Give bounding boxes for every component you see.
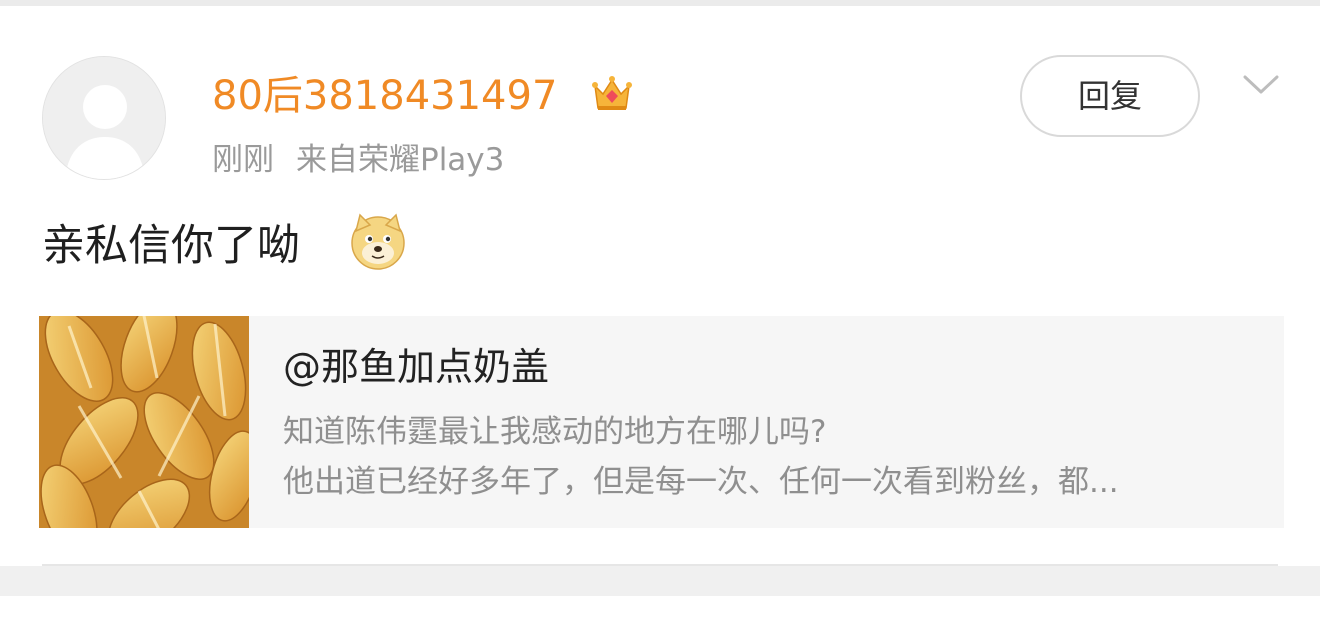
username[interactable]: 80后3818431497 xyxy=(212,70,557,122)
comment-text: 亲私信你了呦 xyxy=(42,221,300,271)
default-avatar-icon xyxy=(43,57,165,179)
avatar[interactable] xyxy=(42,56,166,180)
quoted-post[interactable]: @那鱼加点奶盖 知道陈伟霆最让我感动的地方在哪儿吗? 他出道已经好多年了，但是每… xyxy=(39,316,1284,528)
sunflower-seeds-image xyxy=(39,316,249,528)
post-time: 刚刚 xyxy=(212,142,274,178)
quoted-text-line-2: 他出道已经好多年了，但是每一次、任何一次看到粉丝，都... xyxy=(283,464,1119,500)
chevron-down-icon[interactable] xyxy=(1242,72,1280,98)
doge-emoji-icon xyxy=(351,213,405,270)
quoted-author: @那鱼加点奶盖 xyxy=(283,345,550,389)
post-meta: 刚刚 来自荣耀Play3 xyxy=(212,138,504,182)
quoted-text-line-1: 知道陈伟霆最让我感动的地方在哪儿吗? xyxy=(283,414,827,450)
crown-icon xyxy=(592,76,632,110)
comment-card: 80后3818431497 刚刚 来自荣耀Play3 回复 亲私信你了呦 @那鱼… xyxy=(0,6,1320,566)
post-source: 来自荣耀Play3 xyxy=(296,142,505,178)
next-card-edge xyxy=(0,596,1320,627)
bottom-separator xyxy=(0,566,1320,596)
reply-button[interactable]: 回复 xyxy=(1020,55,1200,137)
